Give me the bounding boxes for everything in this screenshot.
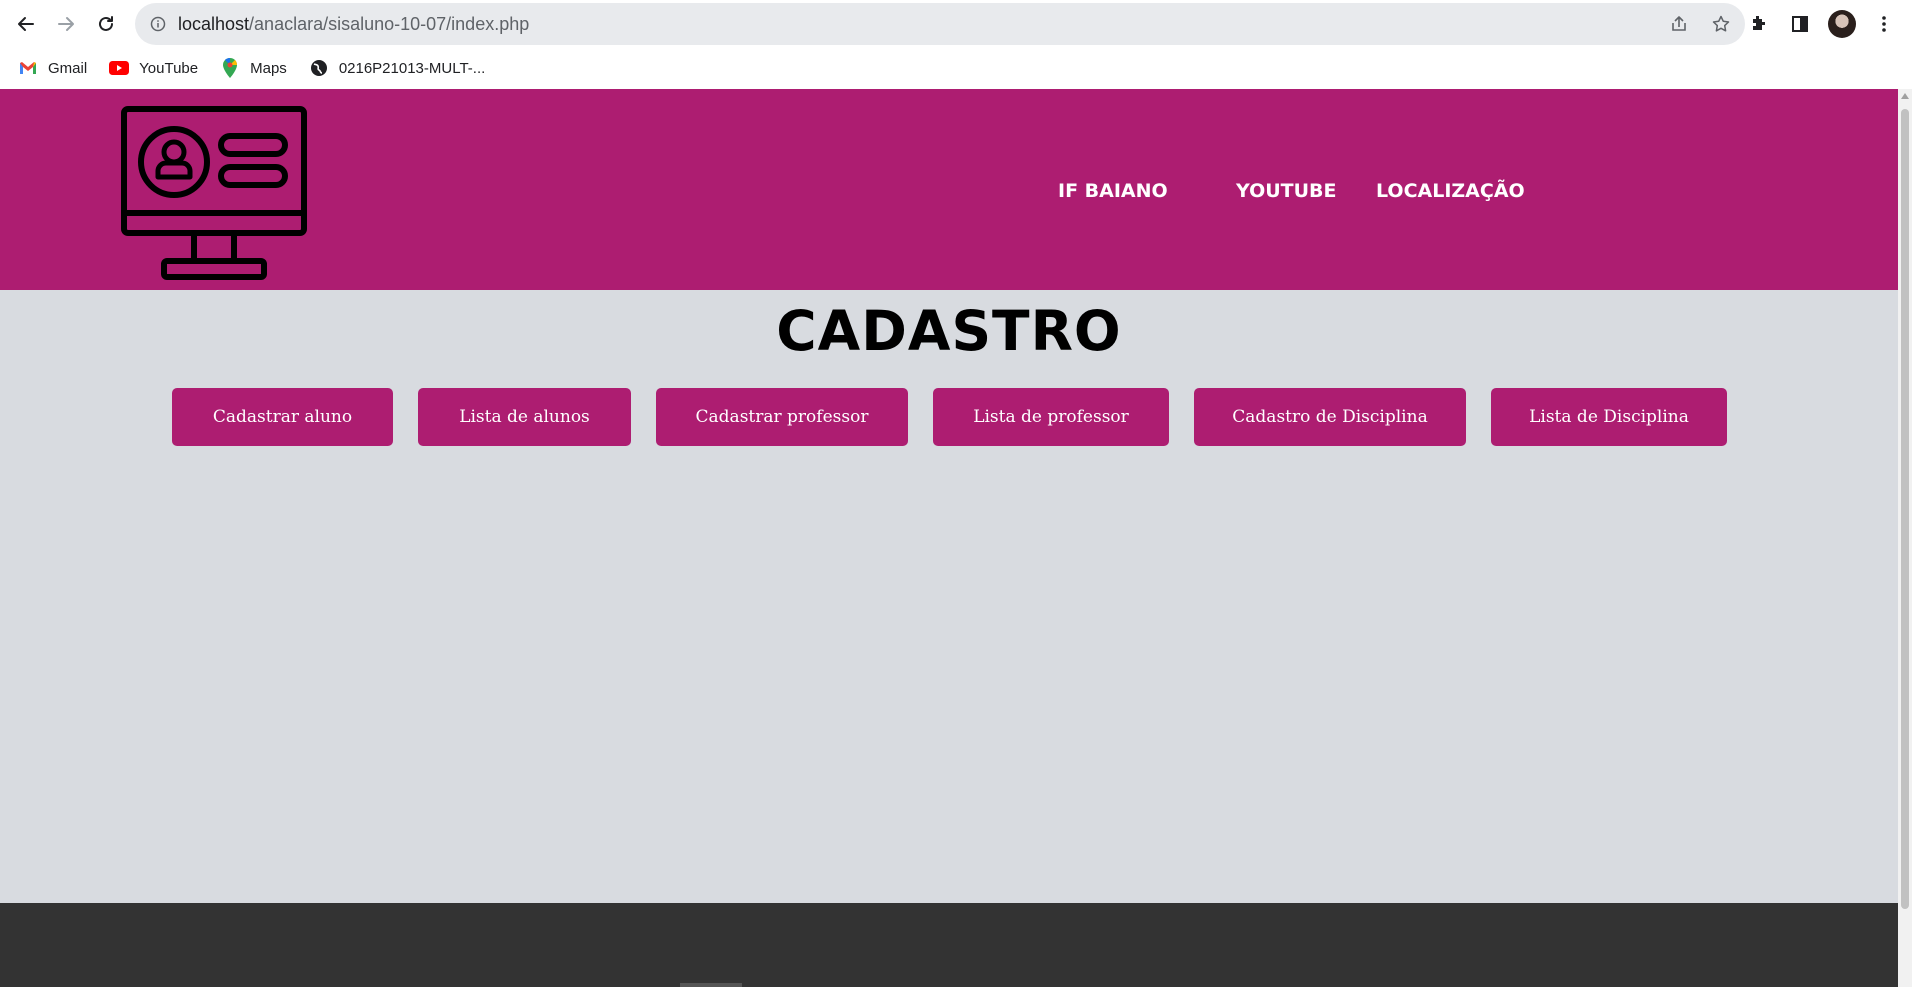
arrow-right-icon	[58, 16, 74, 31]
reload-button[interactable]	[86, 4, 126, 44]
site-footer	[0, 903, 1898, 987]
lista-disciplina-button[interactable]: Lista de Disciplina	[1491, 388, 1727, 446]
web-page: IF BAIANO YOUTUBE LOCALIZAÇÃO CADASTRO C…	[0, 89, 1898, 987]
page-title: CADASTRO	[776, 299, 1122, 363]
menu-kebab-icon[interactable]	[1868, 8, 1900, 40]
youtube-icon	[109, 58, 130, 78]
bookmark-gmail[interactable]: Gmail	[18, 58, 87, 78]
nav-link-localizacao[interactable]: LOCALIZAÇÃO	[1376, 180, 1525, 202]
bookmark-label: YouTube	[139, 59, 199, 77]
footer-handle	[680, 983, 742, 987]
profile-avatar[interactable]	[1826, 8, 1858, 40]
avatar	[1828, 9, 1856, 38]
scroll-up-arrow-icon[interactable]	[1901, 93, 1909, 99]
bookmark-youtube[interactable]: YouTube	[109, 58, 198, 78]
side-panel-icon[interactable]	[1784, 8, 1816, 40]
site-info-icon[interactable]	[148, 14, 168, 34]
site-header: IF BAIANO YOUTUBE LOCALIZAÇÃO	[0, 89, 1898, 290]
url-text: localhost/anaclara/sisaluno-10-07/index.…	[178, 14, 529, 35]
extensions-icon[interactable]	[1742, 8, 1774, 40]
maps-icon	[220, 58, 240, 78]
lista-alunos-button[interactable]: Lista de alunos	[418, 388, 631, 446]
bookmark-maps[interactable]: Maps	[220, 58, 287, 78]
bookmarks-bar: Gmail YouTube Maps 0216P21013-MULT-...	[0, 47, 1912, 89]
nav-link-youtube[interactable]: YOUTUBE	[1236, 180, 1376, 202]
share-icon[interactable]	[1665, 10, 1693, 38]
action-buttons: Cadastrar aluno Lista de alunos Cadastra…	[0, 388, 1898, 446]
globe-icon	[309, 58, 329, 78]
page-scrollbar[interactable]	[1898, 89, 1912, 987]
reload-icon	[99, 15, 113, 31]
star-icon[interactable]	[1707, 10, 1735, 38]
gmail-icon	[18, 58, 38, 78]
address-bar[interactable]: localhost/anaclara/sisaluno-10-07/index.…	[135, 3, 1745, 45]
scrollbar-thumb[interactable]	[1901, 109, 1909, 909]
main-nav: IF BAIANO YOUTUBE LOCALIZAÇÃO	[1058, 180, 1525, 202]
cadastrar-professor-button[interactable]: Cadastrar professor	[656, 388, 908, 446]
bookmark-mult[interactable]: 0216P21013-MULT-...	[309, 58, 485, 78]
cadastro-disciplina-button[interactable]: Cadastro de Disciplina	[1194, 388, 1466, 446]
url-host: localhost	[178, 13, 250, 34]
forward-button[interactable]	[46, 4, 86, 44]
arrow-left-icon	[18, 16, 34, 31]
bookmark-label: Gmail	[48, 59, 88, 77]
browser-toolbar: localhost/anaclara/sisaluno-10-07/index.…	[0, 0, 1912, 47]
url-path: /anaclara/sisaluno-10-07/index.php	[249, 13, 530, 34]
cadastrar-aluno-button[interactable]: Cadastrar aluno	[172, 388, 393, 446]
computer-user-profile-icon[interactable]	[120, 105, 308, 283]
bookmark-label: Maps	[250, 59, 287, 77]
nav-link-if-baiano[interactable]: IF BAIANO	[1058, 180, 1236, 202]
back-button[interactable]	[6, 4, 46, 44]
bookmark-label: 0216P21013-MULT-...	[338, 59, 486, 77]
lista-professor-button[interactable]: Lista de professor	[933, 388, 1169, 446]
